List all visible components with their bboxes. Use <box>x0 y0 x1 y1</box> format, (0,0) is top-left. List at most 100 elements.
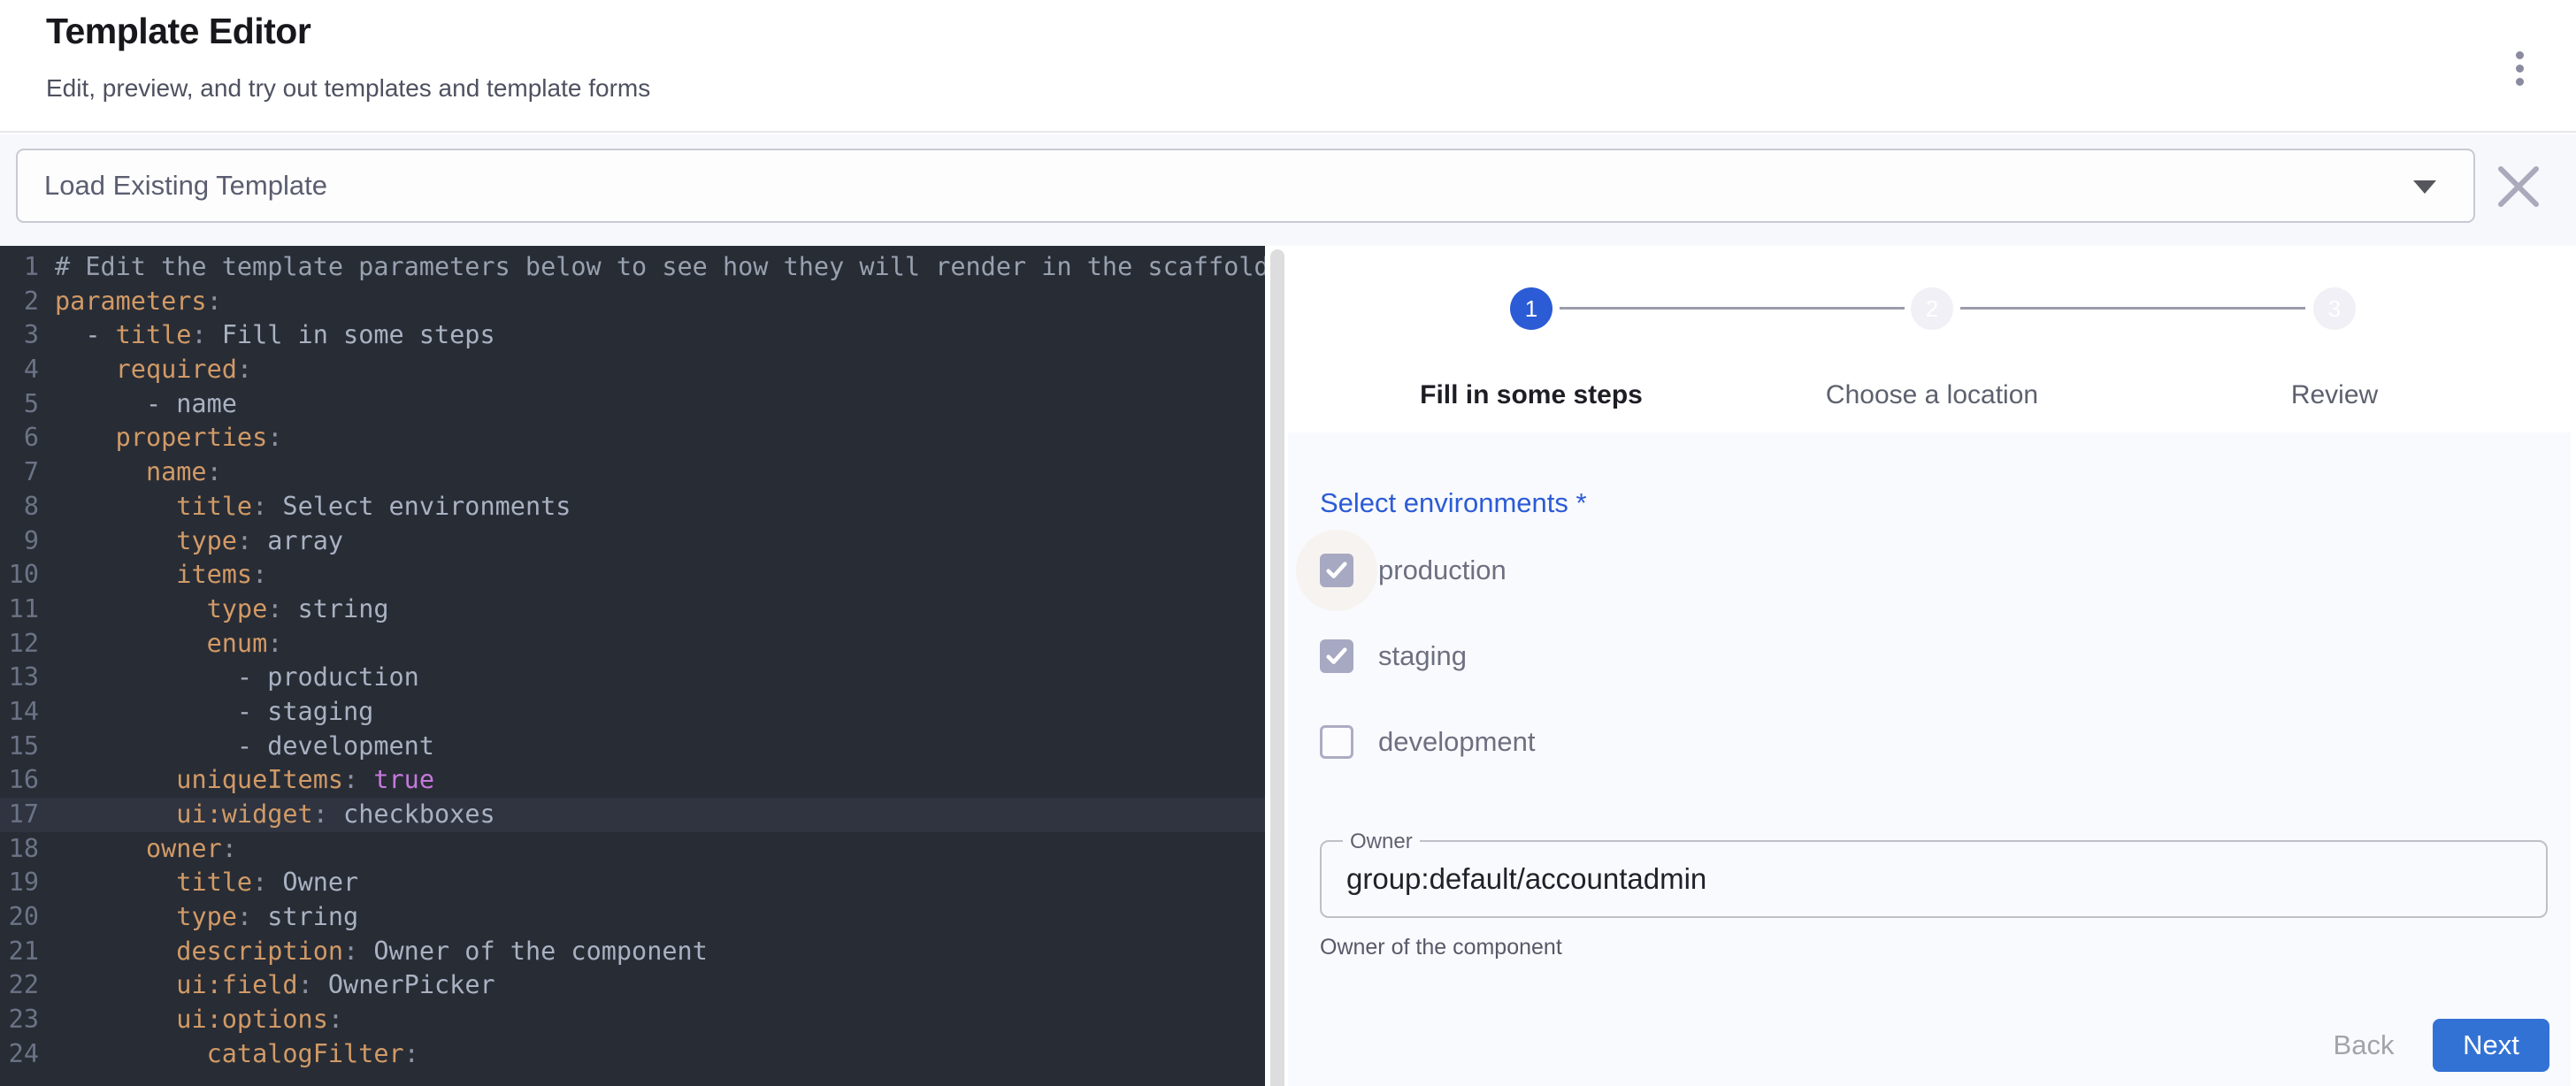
code-line: 7 name: <box>0 455 1265 490</box>
checkbox-staging[interactable] <box>1320 639 1353 673</box>
code-text: title: Owner <box>39 866 358 900</box>
line-number: 23 <box>0 1003 39 1037</box>
code-text: ui:widget: checkboxes <box>39 798 495 832</box>
code-line: 19 title: Owner <box>0 866 1265 900</box>
line-number: 12 <box>0 627 39 662</box>
line-number: 5 <box>0 387 39 422</box>
environment-option-production[interactable]: production <box>1320 553 1506 588</box>
code-line: 9 type: array <box>0 524 1265 559</box>
line-number: 15 <box>0 730 39 764</box>
environment-option-staging[interactable]: staging <box>1320 639 1467 674</box>
code-line: 16 uniqueItems: true <box>0 763 1265 798</box>
kebab-dot-icon <box>2516 78 2524 86</box>
environments-label-text: Select environments <box>1320 487 1568 518</box>
close-icon <box>2491 159 2546 214</box>
code-text: # Edit the template parameters below to … <box>39 250 1265 285</box>
code-editor[interactable]: 1# Edit the template parameters below to… <box>0 246 1265 1086</box>
step-3-icon: 3 <box>2313 287 2356 330</box>
code-text: - title: Fill in some steps <box>39 318 495 353</box>
step-2-icon: 2 <box>1911 287 1953 330</box>
line-number: 11 <box>0 593 39 627</box>
code-line: 13 - production <box>0 661 1265 695</box>
load-template-bar: Load Existing Template <box>0 134 2576 246</box>
line-number: 13 <box>0 661 39 695</box>
owner-helper-text: Owner of the component <box>1320 935 1562 960</box>
required-marker: * <box>1576 487 1587 518</box>
line-number: 6 <box>0 421 39 455</box>
line-number: 22 <box>0 968 39 1003</box>
environment-option-development[interactable]: development <box>1320 724 1536 760</box>
back-button[interactable]: Back <box>2293 1019 2434 1072</box>
step-3-label: Review <box>2140 380 2529 410</box>
owner-field[interactable]: Owner group:default/accountadmin <box>1320 840 2548 918</box>
checkmark-icon <box>1322 556 1351 585</box>
line-number: 17 <box>0 798 39 832</box>
code-text: enum: <box>39 627 282 662</box>
code-text: catalogFilter: <box>39 1037 419 1072</box>
code-text: name: <box>39 455 222 490</box>
line-number: 7 <box>0 455 39 490</box>
step-1-label: Fill in some steps <box>1337 380 1726 410</box>
line-number: 16 <box>0 763 39 798</box>
code-line: 18 owner: <box>0 832 1265 867</box>
close-button[interactable] <box>2491 159 2546 214</box>
code-line: 22 ui:field: OwnerPicker <box>0 968 1265 1003</box>
line-number: 1 <box>0 250 39 285</box>
checkbox-production[interactable] <box>1320 554 1353 587</box>
code-line: 24 catalogFilter: <box>0 1037 1265 1072</box>
code-line: 12 enum: <box>0 627 1265 662</box>
checkbox-label[interactable]: staging <box>1378 640 1467 672</box>
line-number: 19 <box>0 866 39 900</box>
code-line: 2parameters: <box>0 285 1265 319</box>
code-line: 8 title: Select environments <box>0 490 1265 524</box>
code-line: 10 items: <box>0 558 1265 593</box>
line-number: 2 <box>0 285 39 319</box>
environments-field-label: Select environments * <box>1320 487 1587 519</box>
checkbox-label[interactable]: development <box>1378 726 1536 758</box>
stepper: 1Fill in some steps2Choose a location3Re… <box>1288 246 2576 432</box>
step-2-label: Choose a location <box>1737 380 2127 410</box>
page-subtitle: Edit, preview, and try out templates and… <box>46 74 650 103</box>
code-line: 23 ui:options: <box>0 1003 1265 1037</box>
code-line: 1# Edit the template parameters below to… <box>0 250 1265 285</box>
next-button[interactable]: Next <box>2433 1019 2549 1072</box>
code-text: ui:options: <box>39 1003 343 1037</box>
code-line: 5 - name <box>0 387 1265 422</box>
more-options-button[interactable] <box>2498 39 2541 97</box>
code-line: 4 required: <box>0 353 1265 387</box>
code-text: owner: <box>39 832 237 867</box>
panel-resize-handle[interactable] <box>1270 249 1284 1086</box>
kebab-dot-icon <box>2516 51 2524 59</box>
checkmark-icon <box>1322 642 1351 670</box>
code-line: 17 ui:widget: checkboxes <box>0 798 1265 832</box>
code-text: - staging <box>39 695 373 730</box>
code-text: uniqueItems: true <box>39 763 434 798</box>
code-line: 6 properties: <box>0 421 1265 455</box>
code-text: - development <box>39 730 434 764</box>
owner-field-value: group:default/accountadmin <box>1346 842 1706 916</box>
line-number: 14 <box>0 695 39 730</box>
code-text: description: Owner of the component <box>39 935 708 969</box>
code-text: title: Select environments <box>39 490 571 524</box>
load-template-select-value: Load Existing Template <box>44 170 327 202</box>
step-connector <box>1560 307 1905 310</box>
line-number: 4 <box>0 353 39 387</box>
line-number: 18 <box>0 832 39 867</box>
code-text: required: <box>39 353 252 387</box>
code-text: type: string <box>39 900 358 935</box>
code-text: - name <box>39 387 237 422</box>
line-number: 21 <box>0 935 39 969</box>
code-line: 15 - development <box>0 730 1265 764</box>
line-number: 10 <box>0 558 39 593</box>
load-template-select[interactable]: Load Existing Template <box>16 149 2475 223</box>
page-title: Template Editor <box>46 11 310 52</box>
checkbox-development[interactable] <box>1320 725 1353 759</box>
code-text: type: array <box>39 524 343 559</box>
checkbox-label[interactable]: production <box>1378 554 1506 586</box>
code-line: 3 - title: Fill in some steps <box>0 318 1265 353</box>
page-header: Template Editor Edit, preview, and try o… <box>0 0 2576 133</box>
code-text: parameters: <box>39 285 222 319</box>
code-line: 21 description: Owner of the component <box>0 935 1265 969</box>
code-text: ui:field: OwnerPicker <box>39 968 495 1003</box>
code-text: - production <box>39 661 419 695</box>
